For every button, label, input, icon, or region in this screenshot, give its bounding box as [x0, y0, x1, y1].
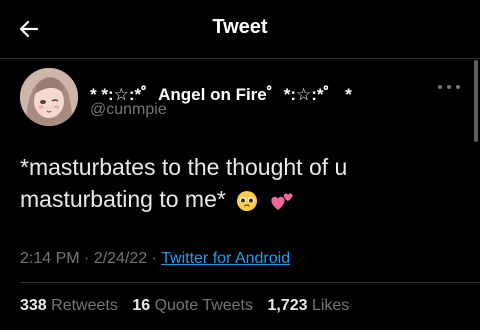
tweet-meta: 2:14 PM · 2/24/22 · Twitter for Android	[20, 250, 290, 268]
likes-count: 1,723	[267, 297, 308, 314]
quote-tweets-label: Quote Tweets	[154, 297, 253, 314]
quote-tweets-count: 16	[132, 297, 151, 314]
more-options-button[interactable]	[438, 80, 460, 94]
engagement-stats: 338 Retweets 16 Quote Tweets 1,723 Likes	[20, 297, 359, 315]
more-dot-icon	[456, 85, 460, 89]
avatar-image	[20, 68, 78, 126]
header-divider	[0, 58, 480, 59]
tweet-body: *masturbates to the thought of u masturb…	[20, 154, 348, 212]
stats-divider	[20, 282, 480, 283]
pleading-face-icon	[237, 190, 258, 211]
more-dot-icon	[447, 85, 451, 89]
tweet-text: *masturbates to the thought of u masturb…	[20, 151, 460, 215]
top-bar: Tweet	[0, 0, 480, 58]
tweet-time: 2:14 PM	[20, 250, 80, 267]
likes-stat[interactable]: 1,723 Likes	[267, 297, 349, 314]
retweets-count: 338	[20, 297, 47, 314]
retweets-label: Retweets	[51, 297, 118, 314]
two-hearts-icon	[270, 193, 293, 210]
quote-tweets-stat[interactable]: 16 Quote Tweets	[132, 297, 253, 314]
likes-label: Likes	[311, 297, 350, 314]
page-title: Tweet	[212, 16, 268, 38]
tweet-date: 2/24/22	[93, 250, 148, 267]
more-dot-icon	[438, 85, 442, 89]
meta-separator: ·	[79, 250, 94, 267]
source-link[interactable]: Twitter for Android	[161, 250, 290, 267]
scrollbar[interactable]	[474, 60, 478, 142]
username[interactable]: @cunmpie	[90, 101, 167, 119]
avatar[interactable]	[20, 68, 78, 126]
retweets-stat[interactable]: 338 Retweets	[20, 297, 118, 314]
meta-separator: ·	[147, 250, 162, 267]
